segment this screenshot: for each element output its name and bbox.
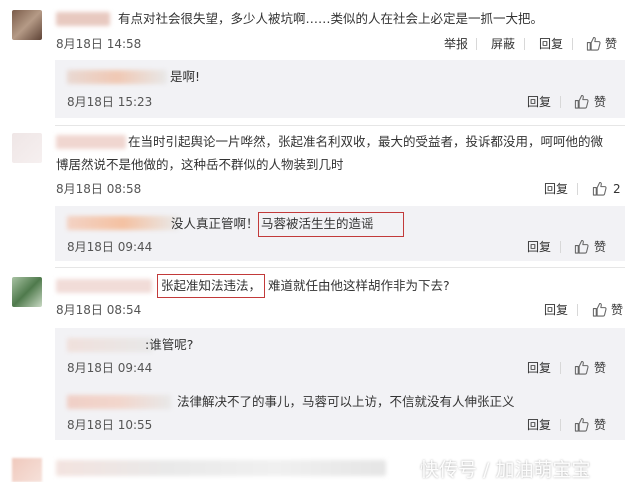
comment-text: 有点对社会很失望，多少人被坑啊……类似的人在社会上必定是一抓一大把。: [118, 11, 544, 26]
reply-time: 8月18日 10:55: [67, 418, 153, 432]
avatar[interactable]: [12, 133, 42, 163]
like-count: 2: [613, 182, 621, 196]
username-blurred[interactable]: [67, 70, 167, 84]
thumb-up-icon[interactable]: [592, 181, 607, 196]
reply-text: 法律解决不了的事儿，马蓉可以上访，不信就没有人伸张正义: [177, 394, 515, 409]
comment-text: 难道就任由他这样胡作非为下去?: [268, 278, 450, 293]
like-button[interactable]: 赞: [594, 94, 606, 110]
reply-time: 8月18日 09:44: [67, 361, 153, 375]
reply-text-highlight: 马蓉被活生生的造谣: [261, 216, 374, 231]
like-button[interactable]: 赞: [611, 302, 623, 318]
like-button[interactable]: 赞: [594, 239, 606, 255]
comment-time: 8月18日 08:54: [56, 303, 142, 317]
comment-text-line2: 博居然说不是他做的，这种岳不群似的人物装到几时: [56, 157, 344, 172]
block-button[interactable]: 屏蔽: [491, 36, 515, 52]
content-blurred: [56, 460, 386, 476]
reply-time: 8月18日 15:23: [67, 95, 153, 109]
comment-time: 8月18日 14:58: [56, 37, 142, 51]
reply-box: 是啊! 8月18日 15:23 回复 赞: [55, 60, 625, 118]
reply-box: 没人真正管啊！ 马蓉被活生生的造谣 8月18日 09:44 回复 赞: [55, 206, 625, 261]
like-button[interactable]: 赞: [594, 417, 606, 433]
username-blurred[interactable]: [67, 338, 153, 352]
like-button[interactable]: 赞: [594, 360, 606, 376]
comment-text-line1: 在当时引起舆论一片哗然，张起准名利双收，最大的受益者，投诉都没用，呵呵他的微: [128, 134, 604, 149]
reply-text: :谁管呢?: [145, 337, 194, 352]
reply-button[interactable]: 回复: [544, 302, 568, 318]
thumb-up-icon[interactable]: [592, 302, 607, 317]
username-blurred[interactable]: [67, 216, 179, 230]
report-button[interactable]: 举报: [444, 36, 468, 52]
thumb-up-icon[interactable]: [574, 360, 589, 375]
reply-text: 没人真正管啊！: [171, 216, 259, 231]
like-button[interactable]: 赞: [605, 36, 617, 52]
username-blurred[interactable]: [56, 135, 126, 149]
comment-text-highlight: 张起准知法违法，: [161, 278, 262, 293]
avatar[interactable]: [12, 10, 42, 40]
reply-button[interactable]: 回复: [527, 94, 551, 110]
username-blurred[interactable]: [67, 395, 171, 409]
reply-button[interactable]: 回复: [544, 181, 568, 197]
watermark: 快传号 / 加油萌宝宝: [420, 459, 591, 481]
avatar[interactable]: [12, 277, 42, 307]
username-blurred[interactable]: [56, 279, 152, 293]
reply-button[interactable]: 回复: [527, 360, 551, 376]
reply-button[interactable]: 回复: [539, 36, 563, 52]
divider: [55, 125, 625, 126]
reply-time: 8月18日 09:44: [67, 240, 153, 254]
reply-text: 是啊!: [170, 69, 201, 84]
thumb-up-icon[interactable]: [574, 94, 589, 109]
thumb-up-icon[interactable]: [574, 239, 589, 254]
thumb-up-icon[interactable]: [574, 417, 589, 432]
comment-time: 8月18日 08:58: [56, 182, 142, 196]
reply-button[interactable]: 回复: [527, 417, 551, 433]
reply-button[interactable]: 回复: [527, 239, 551, 255]
avatar[interactable]: [12, 458, 42, 482]
divider: [55, 267, 625, 268]
thumb-up-icon[interactable]: [586, 36, 601, 51]
username-blurred[interactable]: [56, 12, 110, 26]
reply-box: :谁管呢? 8月18日 09:44 回复 赞 法律解决不了的事儿，马蓉可以上访，…: [55, 328, 625, 440]
